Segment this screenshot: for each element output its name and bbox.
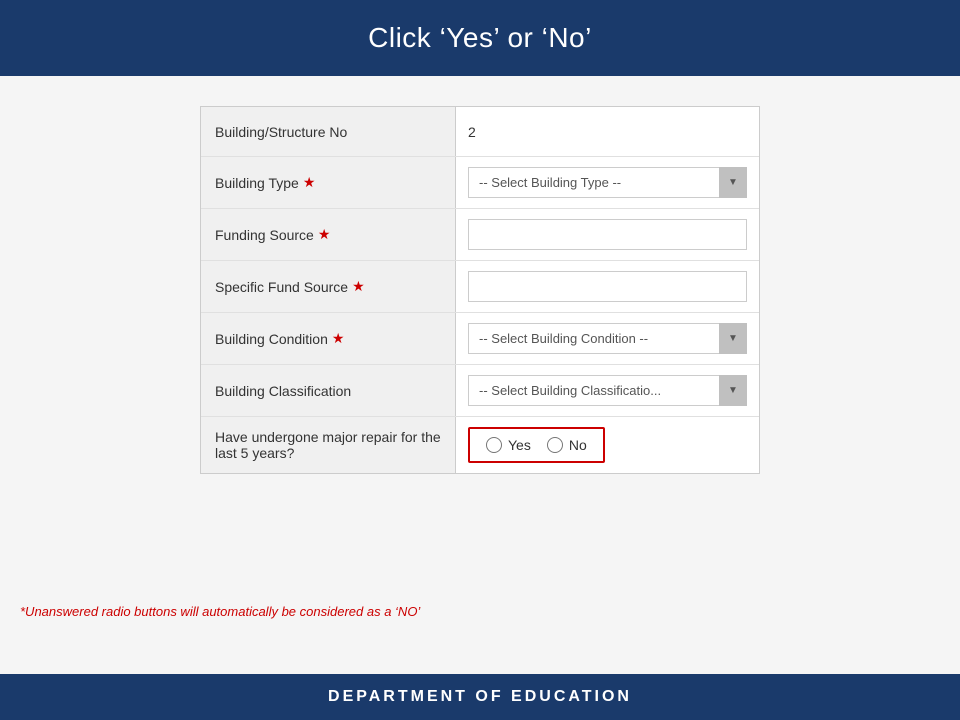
major-repair-value: Yes No: [456, 417, 759, 473]
header-title: Click ‘Yes’ or ‘No’: [368, 22, 592, 53]
major-repair-yes-radio[interactable]: [486, 437, 502, 453]
building-structure-value: 2: [456, 107, 759, 156]
major-repair-no-label: No: [569, 437, 587, 453]
building-condition-required: ★: [332, 330, 345, 347]
building-condition-value: -- Select Building Condition -- ▼: [456, 313, 759, 364]
building-type-value: -- Select Building Type -- ▼: [456, 157, 759, 208]
page-footer: Department of Education: [0, 674, 960, 720]
building-type-row: Building Type ★ -- Select Building Type …: [201, 157, 759, 209]
main-content: Building/Structure No 2 Building Type ★ …: [0, 76, 960, 674]
building-type-label: Building Type ★: [201, 157, 456, 208]
major-repair-no-radio[interactable]: [547, 437, 563, 453]
building-condition-select-wrapper: -- Select Building Condition -- ▼: [468, 323, 747, 354]
funding-source-required: ★: [318, 226, 331, 243]
building-condition-label: Building Condition ★: [201, 313, 456, 364]
funding-source-label: Funding Source ★: [201, 209, 456, 260]
specific-fund-source-input[interactable]: [468, 271, 747, 302]
specific-fund-source-row: Specific Fund Source ★: [201, 261, 759, 313]
building-classification-row: Building Classification -- Select Buildi…: [201, 365, 759, 417]
major-repair-yes-label: Yes: [508, 437, 531, 453]
major-repair-radio-group: Yes No: [468, 427, 605, 463]
building-classification-value: -- Select Building Classificatio... ▼: [456, 365, 759, 416]
footer-text: Department of Education: [328, 688, 632, 705]
funding-source-row: Funding Source ★: [201, 209, 759, 261]
specific-fund-source-value: [456, 261, 759, 312]
specific-fund-source-required: ★: [352, 278, 365, 295]
building-type-select-wrapper: -- Select Building Type -- ▼: [468, 167, 747, 198]
building-classification-label: Building Classification: [201, 365, 456, 416]
building-condition-select[interactable]: -- Select Building Condition --: [468, 323, 747, 354]
major-repair-label: Have undergone major repair for the last…: [201, 417, 456, 473]
form-container: Building/Structure No 2 Building Type ★ …: [200, 106, 760, 474]
building-structure-row: Building/Structure No 2: [201, 107, 759, 157]
major-repair-yes-option[interactable]: Yes: [486, 437, 531, 453]
building-type-required: ★: [303, 174, 316, 191]
major-repair-row: Have undergone major repair for the last…: [201, 417, 759, 473]
building-condition-row: Building Condition ★ -- Select Building …: [201, 313, 759, 365]
page-header: Click ‘Yes’ or ‘No’: [0, 0, 960, 76]
unanswered-note: *Unanswered radio buttons will automatic…: [20, 604, 420, 619]
building-classification-select-wrapper: -- Select Building Classificatio... ▼: [468, 375, 747, 406]
building-structure-label: Building/Structure No: [201, 107, 456, 156]
building-classification-select[interactable]: -- Select Building Classificatio...: [468, 375, 747, 406]
building-type-select[interactable]: -- Select Building Type --: [468, 167, 747, 198]
funding-source-input[interactable]: [468, 219, 747, 250]
specific-fund-source-label: Specific Fund Source ★: [201, 261, 456, 312]
funding-source-value: [456, 209, 759, 260]
major-repair-no-option[interactable]: No: [547, 437, 587, 453]
